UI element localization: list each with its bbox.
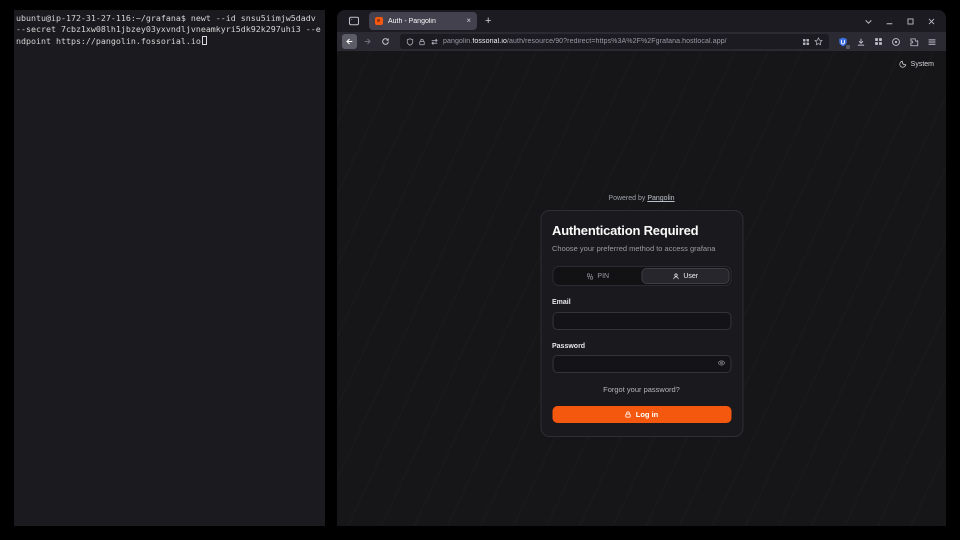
ublock-extension-icon[interactable] [838,37,848,47]
url-path: /auth/resource/90?redirect=https%3A%2F%2… [507,38,727,45]
pangolin-favicon-icon [375,17,383,25]
tab-close-icon[interactable]: × [466,17,471,25]
auth-section: Powered by Pangolin Authentication Requi… [540,195,743,437]
login-button-label: Log in [636,410,659,419]
moon-icon [899,60,907,68]
card-title: Authentication Required [552,223,731,238]
firefox-view-icon[interactable] [345,12,363,30]
toolbar-right-icons [838,37,937,47]
terminal-line-text: ndpoint https://pangolin.fossorial.io [16,36,201,46]
url-bar[interactable]: pangolin.fossorial.io/auth/resource/90?r… [400,34,829,49]
card-subtitle: Choose your preferred method to access g… [552,244,731,253]
url-domain: fossorial.io [472,38,507,45]
theme-label: System [911,61,934,68]
account-circle-icon[interactable] [891,37,901,47]
pangolin-link[interactable]: Pangolin [647,195,674,202]
browser-window: Auth - Pangolin × + [337,10,946,526]
new-tab-button[interactable]: + [485,15,491,27]
navigation-toolbar: pangolin.fossorial.io/auth/resource/90?r… [337,32,946,51]
list-tabs-chevron-icon[interactable] [864,17,873,26]
menu-hamburger-icon[interactable] [927,37,937,47]
terminal-window[interactable]: ubuntu@ip-172-31-27-116:~/grafana$ newt … [14,10,325,526]
theme-toggle[interactable]: System [899,60,934,68]
reload-button[interactable] [378,34,393,49]
email-label: Email [552,299,731,306]
show-password-eye-icon[interactable] [717,359,725,367]
terminal-line: ndpoint https://pangolin.fossorial.io [16,36,323,47]
forgot-password-link[interactable]: Forgot your password? [552,385,731,394]
forward-button[interactable] [360,34,375,49]
container-grid-icon[interactable] [802,38,810,46]
apps-grid-icon[interactable] [874,37,883,46]
user-person-icon [672,273,679,280]
back-button[interactable] [342,34,357,49]
password-field[interactable] [552,355,731,373]
pin-keypad-icon [586,273,593,280]
tab-pin-label: PIN [597,273,609,280]
tab-pin[interactable]: PIN [554,268,642,284]
browser-tab-active[interactable]: Auth - Pangolin × [369,12,477,30]
maximize-button[interactable] [906,17,915,26]
login-lock-icon [625,411,632,418]
terminal-line: --secret 7cbz1xw08lh1jbzey03yxvndljvneam… [16,24,323,35]
terminal-cursor [202,36,207,45]
minimize-button[interactable] [885,17,894,26]
close-window-button[interactable] [927,17,936,26]
auth-card: Authentication Required Choose your pref… [540,210,743,437]
terminal-line: ubuntu@ip-172-31-27-116:~/grafana$ newt … [16,13,323,24]
url-text: pangolin.fossorial.io/auth/resource/90?r… [443,38,798,45]
extensions-puzzle-icon[interactable] [909,37,919,47]
extension-badge [846,45,850,49]
tab-strip: Auth - Pangolin × + [337,10,946,32]
tab-title: Auth - Pangolin [388,18,461,25]
powered-by-text: Powered by [608,195,645,202]
tab-user-label: User [683,273,698,280]
downloads-icon[interactable] [856,37,866,47]
auth-method-tabs: PIN User [552,266,731,286]
password-label: Password [552,343,731,350]
powered-by: Powered by Pangolin [540,195,743,202]
connection-secure-lock-icon[interactable] [418,38,426,46]
permissions-swap-icon[interactable] [430,37,439,46]
email-field[interactable] [552,312,731,330]
bookmark-star-icon[interactable] [814,37,823,46]
login-button[interactable]: Log in [552,406,731,423]
page-content: System Powered by Pangolin Authenticatio… [337,51,946,526]
window-controls [864,17,936,26]
tab-user[interactable]: User [642,268,730,284]
tracking-protection-shield-icon[interactable] [406,38,414,46]
url-prefix: pangolin. [443,38,472,45]
